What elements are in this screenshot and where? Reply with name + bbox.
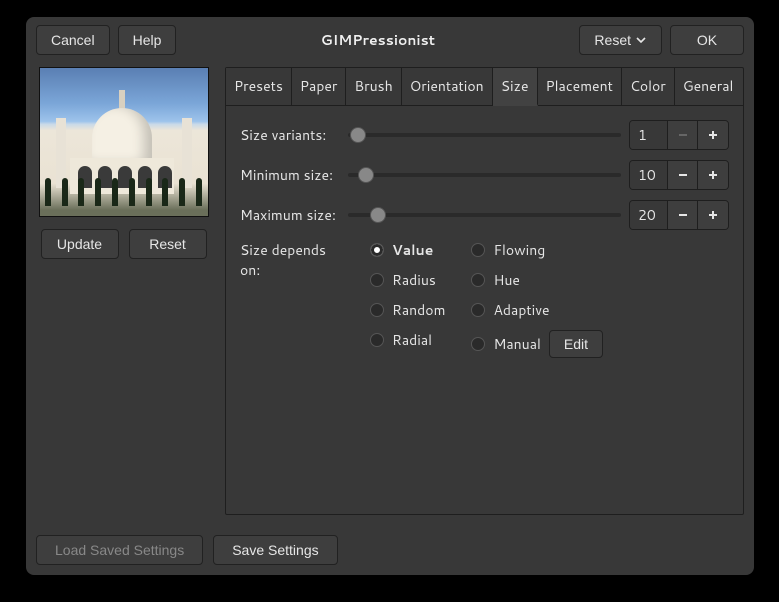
- tab-bar: Presets Paper Brush Orientation Size Pla…: [226, 68, 743, 106]
- max-size-label: Maximum size:: [240, 205, 340, 225]
- max-size-slider[interactable]: [348, 205, 621, 225]
- max-size-spinbox: 20: [629, 200, 729, 230]
- min-size-row: Minimum size: 10: [240, 160, 729, 190]
- min-size-minus[interactable]: [668, 161, 698, 189]
- save-settings-button[interactable]: Save Settings: [213, 535, 337, 565]
- content: Update Reset Presets Paper Brush Orienta…: [26, 63, 754, 525]
- tab-color[interactable]: Color: [622, 68, 675, 105]
- tab-panel: Presets Paper Brush Orientation Size Pla…: [225, 67, 744, 515]
- size-depends-row: Size depends on: Value Radius Random Rad…: [240, 240, 729, 358]
- size-depends-label: Size depends on:: [240, 240, 348, 280]
- help-button[interactable]: Help: [118, 25, 177, 55]
- edit-button[interactable]: Edit: [549, 330, 603, 358]
- update-button[interactable]: Update: [41, 229, 119, 259]
- cancel-button[interactable]: Cancel: [36, 25, 110, 55]
- max-size-row: Maximum size: 20: [240, 200, 729, 230]
- radio-random[interactable]: Random: [370, 300, 445, 320]
- radio-flowing[interactable]: Flowing: [471, 240, 603, 260]
- footer: Load Saved Settings Save Settings: [26, 525, 754, 575]
- left-column: Update Reset: [36, 67, 211, 515]
- titlebar: Cancel Help GIMPressionist Reset OK: [26, 17, 754, 63]
- min-size-label: Minimum size:: [240, 165, 340, 185]
- tab-orientation[interactable]: Orientation: [402, 68, 493, 105]
- main-column: Presets Paper Brush Orientation Size Pla…: [225, 67, 744, 515]
- radio-radial[interactable]: Radial: [370, 330, 445, 350]
- size-variants-plus[interactable]: [698, 121, 728, 149]
- dialog-title: GIMPressionist: [184, 30, 571, 50]
- max-size-minus[interactable]: [668, 201, 698, 229]
- tab-presets[interactable]: Presets: [226, 68, 292, 105]
- plus-icon: [707, 169, 719, 181]
- chevron-down-icon: [635, 34, 647, 46]
- size-variants-spinbox: 1: [629, 120, 729, 150]
- size-variants-value[interactable]: 1: [630, 121, 668, 149]
- ok-button[interactable]: OK: [670, 25, 744, 55]
- radio-adaptive[interactable]: Adaptive: [471, 300, 603, 320]
- minus-icon: [677, 209, 689, 221]
- plus-icon: [707, 209, 719, 221]
- size-tab-body: Size variants: 1 Minimum size:: [226, 106, 743, 372]
- tab-size[interactable]: Size: [493, 68, 538, 106]
- tab-paper[interactable]: Paper: [292, 68, 347, 105]
- minus-icon: [677, 129, 689, 141]
- tab-brush[interactable]: Brush: [346, 68, 401, 105]
- tab-placement[interactable]: Placement: [538, 68, 622, 105]
- load-saved-settings-button[interactable]: Load Saved Settings: [36, 535, 203, 565]
- radio-grid: Value Radius Random Radial Flowing Hue A…: [370, 240, 603, 358]
- max-size-value[interactable]: 20: [630, 201, 668, 229]
- radio-hue[interactable]: Hue: [471, 270, 603, 290]
- preview-reset-button[interactable]: Reset: [129, 229, 207, 259]
- radio-value[interactable]: Value: [370, 240, 445, 260]
- size-variants-row: Size variants: 1: [240, 120, 729, 150]
- radio-manual[interactable]: Manual: [471, 334, 540, 354]
- min-size-value[interactable]: 10: [630, 161, 668, 189]
- max-size-plus[interactable]: [698, 201, 728, 229]
- size-variants-slider[interactable]: [348, 125, 621, 145]
- min-size-spinbox: 10: [629, 160, 729, 190]
- tab-general[interactable]: General: [675, 68, 742, 105]
- plus-icon: [707, 129, 719, 141]
- min-size-slider[interactable]: [348, 165, 621, 185]
- size-variants-minus[interactable]: [668, 121, 698, 149]
- minus-icon: [677, 169, 689, 181]
- dialog: Cancel Help GIMPressionist Reset OK Upda…: [26, 17, 754, 575]
- min-size-plus[interactable]: [698, 161, 728, 189]
- radio-radius[interactable]: Radius: [370, 270, 445, 290]
- preview-image: [39, 67, 209, 217]
- reset-dropdown-button[interactable]: Reset: [579, 25, 662, 55]
- size-variants-label: Size variants:: [240, 125, 340, 145]
